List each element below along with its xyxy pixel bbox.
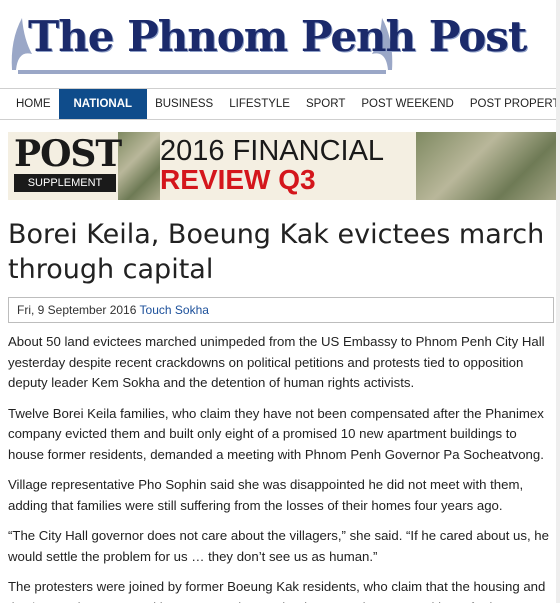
money-image [416, 132, 560, 200]
masthead: The Phnom Penh Post [0, 0, 560, 90]
nav-item-business[interactable]: BUSINESS [147, 89, 221, 119]
nav-item-post-property[interactable]: POST PROPERTY [462, 89, 560, 119]
nav-item-lifestyle[interactable]: LIFESTYLE [221, 89, 298, 119]
main-nav: HOME NATIONAL BUSINESS LIFESTYLE SPORT POST W… [0, 88, 560, 120]
banner-badge: SUPPLEMENT [14, 174, 116, 192]
banner-title: 2016 FINANCIAL [160, 135, 385, 167]
nav-item-home[interactable]: HOME [8, 89, 59, 119]
article-headline: Borei Keila, Boeung Kak evictees march t… [8, 219, 545, 285]
nav-items: HOME NATIONAL BUSINESS LIFESTYLE SPORT POST W… [8, 89, 560, 119]
article-paragraph: The protesters were joined by former Boe… [8, 579, 546, 603]
article-body: About 50 land evictees marched unimpeded… [8, 332, 554, 603]
ad-banner[interactable]: POST SUPPLEMENT 2016 FINANCIAL REVIEW Q3 [8, 132, 560, 200]
article-paragraph: Twelve Borei Keila families, who claim t… [8, 405, 544, 462]
money-image [118, 132, 160, 200]
article-date: Fri, 9 September 2016 [17, 303, 137, 317]
article-paragraph: “The City Hall governor does not care ab… [8, 528, 549, 564]
banner-subtitle: REVIEW Q3 [160, 164, 316, 195]
nav-item-national[interactable]: NATIONAL [58, 89, 148, 119]
banner-brand: POST [14, 133, 122, 175]
scrollbar[interactable] [556, 0, 560, 603]
article-author[interactable]: Touch Sokha [140, 303, 209, 317]
nav-item-post-weekend[interactable]: POST WEEKEND [353, 89, 461, 119]
site-logo[interactable]: The Phnom Penh Post [28, 12, 527, 61]
article-paragraph: About 50 land evictees marched unimpeded… [8, 334, 545, 390]
nav-item-sport[interactable]: SPORT [298, 89, 353, 119]
article-meta: Fri, 9 September 2016 Touch Sokha [8, 297, 554, 323]
article-paragraph: Village representative Pho Sophin said s… [8, 477, 524, 513]
